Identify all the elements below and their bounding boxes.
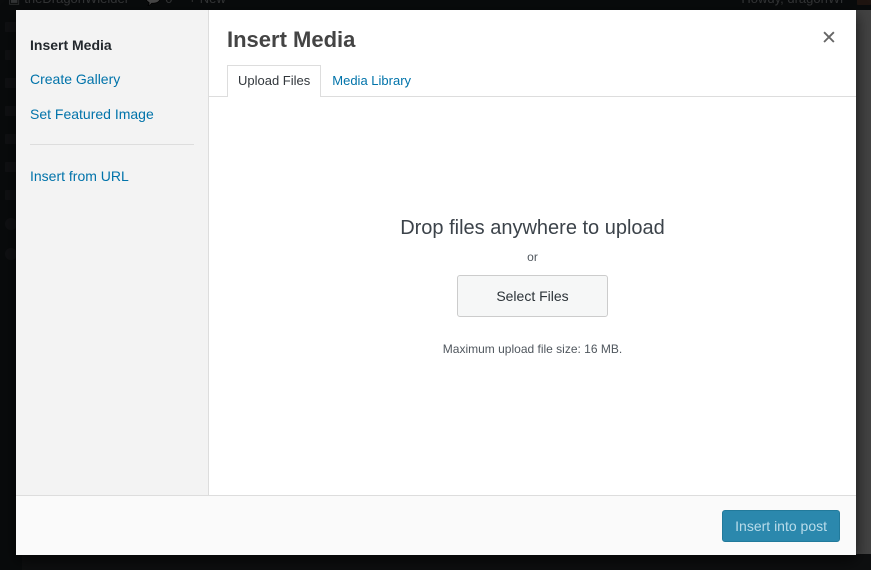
tab-media-library[interactable]: Media Library bbox=[321, 65, 422, 97]
media-menu-sidebar: Insert Media Create Gallery Set Featured… bbox=[16, 10, 209, 495]
insert-media-modal: Insert Media Create Gallery Set Featured… bbox=[16, 10, 856, 555]
modal-body: Insert Media Create Gallery Set Featured… bbox=[16, 10, 856, 495]
page-title: Insert Media bbox=[227, 26, 840, 54]
select-files-button[interactable]: Select Files bbox=[457, 275, 607, 317]
sidebar-item-insert-from-url[interactable]: Insert from URL bbox=[30, 167, 194, 185]
sidebar-item-create-gallery[interactable]: Create Gallery bbox=[30, 70, 194, 88]
insert-into-post-button[interactable]: Insert into post bbox=[722, 510, 840, 542]
media-main-pane: Insert Media ✕ Upload Files Media Librar… bbox=[209, 10, 856, 495]
sidebar-heading: Insert Media bbox=[30, 36, 194, 54]
drop-instructions: Drop files anywhere to upload bbox=[400, 215, 665, 241]
modal-header: Insert Media ✕ bbox=[209, 10, 856, 54]
or-separator-text: or bbox=[527, 249, 538, 265]
sidebar-divider bbox=[30, 144, 194, 145]
sidebar-item-set-featured-image[interactable]: Set Featured Image bbox=[30, 105, 194, 123]
modal-footer: Insert into post bbox=[16, 495, 856, 555]
uploader-drop-zone[interactable]: Drop files anywhere to upload or Select … bbox=[209, 97, 856, 495]
tab-upload-files[interactable]: Upload Files bbox=[227, 65, 321, 97]
max-upload-size-text: Maximum upload file size: 16 MB. bbox=[443, 341, 622, 357]
close-icon[interactable]: ✕ bbox=[814, 24, 844, 54]
modal-tabs: Upload Files Media Library bbox=[209, 64, 856, 96]
